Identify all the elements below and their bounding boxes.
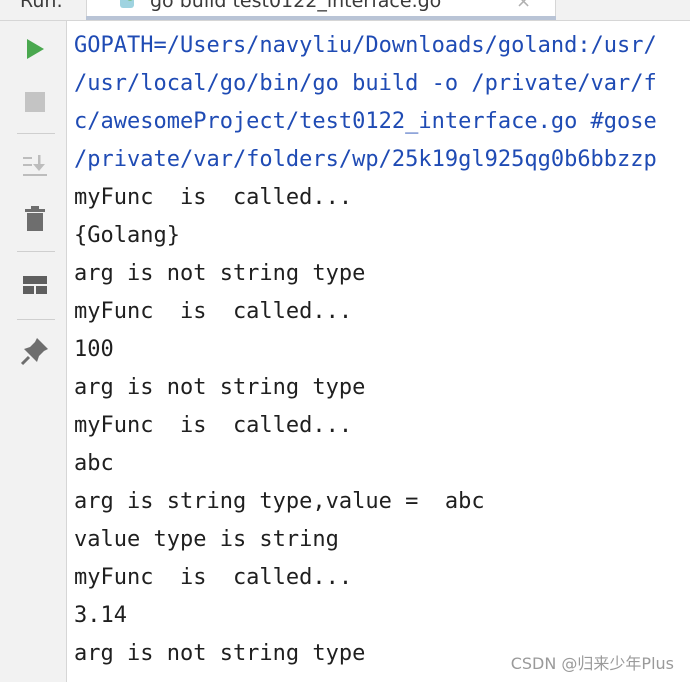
- console-line: myFunc is called...: [74, 565, 353, 590]
- console-line: /private/var/folders/wp/25k19gl925qg0b6b…: [74, 147, 657, 172]
- watermark: CSDN @归来少年Plus: [510, 654, 674, 673]
- layout-button[interactable]: [17, 267, 53, 303]
- pin-icon: [20, 338, 48, 366]
- toolbar-separator: [17, 319, 55, 320]
- console-line: {Golang}: [74, 223, 180, 248]
- console-line: myFunc is called...: [74, 413, 353, 438]
- rerun-button[interactable]: [17, 31, 53, 67]
- play-icon: [27, 39, 44, 59]
- console-line: GOPATH=/Users/navyliu/Downloads/goland:/…: [74, 33, 657, 58]
- console-line: arg is not string type: [74, 375, 366, 400]
- stop-icon: [25, 92, 45, 112]
- go-file-icon: [118, 0, 136, 10]
- console-line: myFunc is called...: [74, 185, 353, 210]
- console-line: /usr/local/go/bin/go build -o /private/v…: [74, 71, 657, 96]
- stop-button[interactable]: [17, 84, 53, 120]
- run-tab-title: go build test0122_interface.go: [150, 0, 442, 12]
- console-line: arg is not string type: [74, 261, 366, 286]
- layout-icon: [23, 276, 47, 294]
- scroll-to-end-icon: [23, 155, 47, 176]
- console-line: arg is string type,value = abc: [74, 489, 485, 514]
- toolbar-separator: [17, 251, 55, 252]
- console-line: 3.14: [74, 603, 127, 628]
- console-line: myFunc is called...: [74, 299, 353, 324]
- run-label: Run:: [20, 0, 63, 12]
- pin-tab-button[interactable]: [17, 333, 53, 369]
- run-tool-window: Run: go build test0122_interface.go × GO…: [0, 0, 690, 682]
- console-line: value type is string: [74, 527, 339, 552]
- run-toolbar: [0, 21, 67, 682]
- run-tab-bar: Run: go build test0122_interface.go ×: [0, 0, 690, 21]
- console-output[interactable]: GOPATH=/Users/navyliu/Downloads/goland:/…: [74, 27, 690, 673]
- scroll-to-end-button[interactable]: [17, 147, 53, 183]
- console-line: c/awesomeProject/test0122_interface.go #…: [74, 109, 657, 134]
- console-line: abc: [74, 451, 114, 476]
- close-icon[interactable]: ×: [516, 0, 531, 12]
- toolbar-separator: [17, 133, 55, 134]
- trash-icon: [25, 206, 45, 231]
- active-tab-indicator: [86, 16, 556, 20]
- clear-all-button[interactable]: [17, 201, 53, 237]
- console-line: 100: [74, 337, 114, 362]
